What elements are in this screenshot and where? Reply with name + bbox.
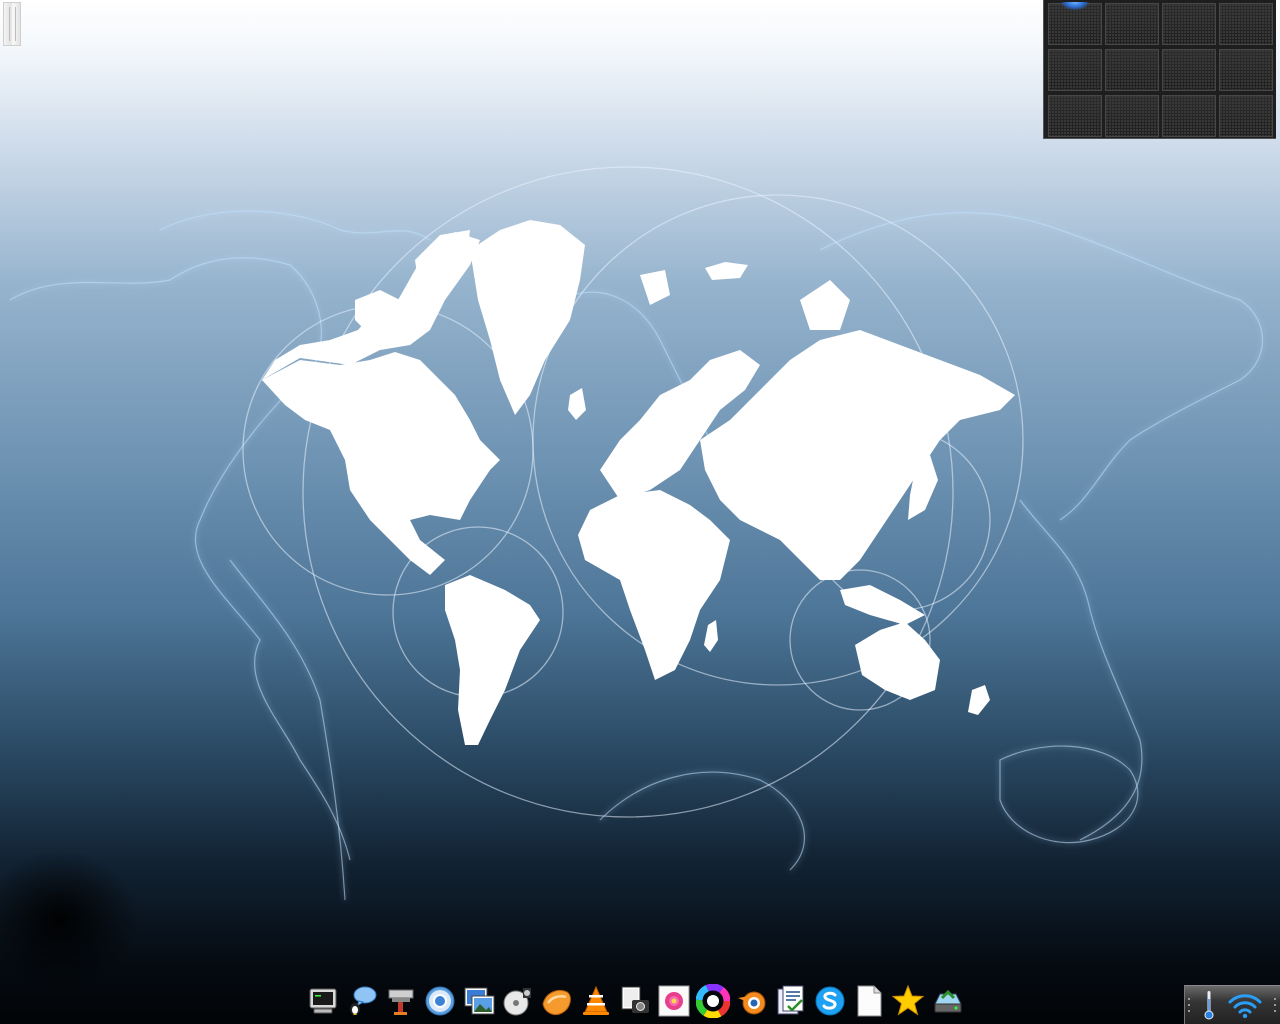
skype-icon[interactable] [811, 982, 849, 1020]
application-dock [304, 980, 972, 1022]
pager-desktop-4[interactable] [1219, 3, 1273, 45]
pager-desktop-11[interactable] [1162, 95, 1216, 137]
pager-desktop-2[interactable] [1105, 3, 1159, 45]
desktop[interactable] [0, 0, 1280, 1024]
system-tray [1184, 985, 1280, 1024]
document-viewer-icon[interactable] [772, 982, 810, 1020]
package-manager-icon[interactable] [382, 982, 420, 1020]
screenshot-camera-icon[interactable] [616, 982, 654, 1020]
world-map-wallpaper [0, 166, 1263, 990]
tray-grip-left[interactable] [1188, 998, 1191, 1012]
workspace-pager[interactable] [1043, 0, 1276, 139]
pager-desktop-7[interactable] [1162, 49, 1216, 91]
pager-desktop-6[interactable] [1105, 49, 1159, 91]
pager-desktop-8[interactable] [1219, 49, 1273, 91]
wifi-icon[interactable] [1227, 991, 1263, 1019]
pidgin-chat-icon[interactable] [343, 982, 381, 1020]
chromium-browser-icon[interactable] [421, 982, 459, 1020]
vlc-player-icon[interactable] [577, 982, 615, 1020]
pager-desktop-1[interactable] [1048, 2, 1102, 45]
pager-desktop-9[interactable] [1048, 95, 1102, 137]
pager-desktop-5[interactable] [1048, 49, 1102, 91]
pager-desktop-12[interactable] [1219, 95, 1273, 137]
network-drive-icon[interactable] [928, 982, 966, 1020]
browser-orange-icon[interactable] [538, 982, 576, 1020]
blender-icon[interactable] [733, 982, 771, 1020]
favorites-star-icon[interactable] [889, 982, 927, 1020]
image-viewer-icon[interactable] [460, 982, 498, 1020]
text-document-icon[interactable] [850, 982, 888, 1020]
color-wheel-icon[interactable] [694, 982, 732, 1020]
tray-grip-right[interactable] [1274, 998, 1277, 1012]
pager-desktop-3[interactable] [1162, 3, 1216, 45]
pager-desktop-10[interactable] [1105, 95, 1159, 137]
media-player-icon[interactable] [499, 982, 537, 1020]
terminal-icon[interactable] [304, 982, 342, 1020]
panel-drag-handle[interactable] [3, 2, 21, 46]
thermometer-icon[interactable] [1202, 989, 1216, 1021]
flower-photo-icon[interactable] [655, 982, 693, 1020]
